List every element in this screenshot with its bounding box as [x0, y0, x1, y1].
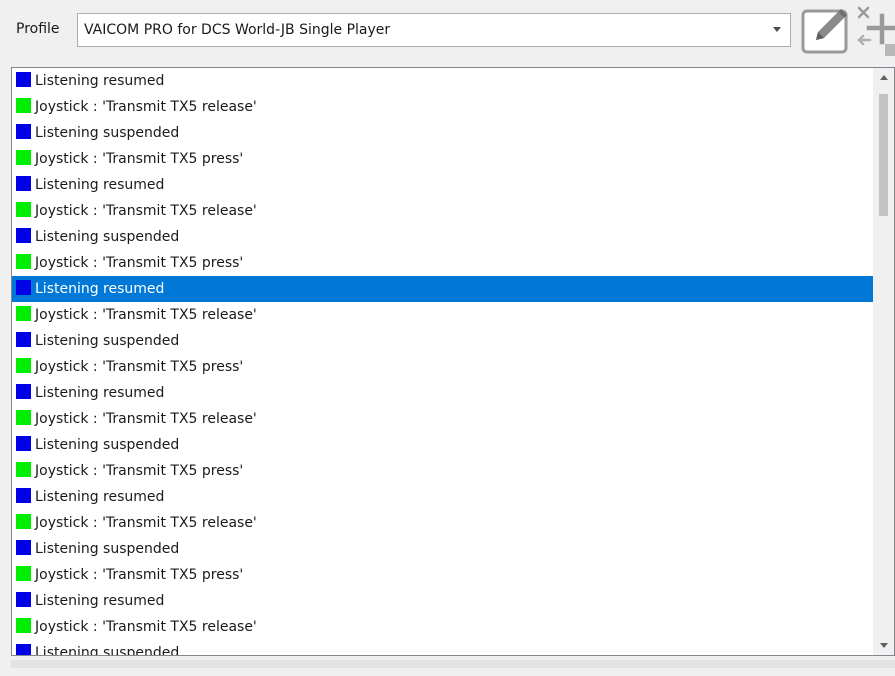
log-items: Listening resumed Joystick : 'Transmit TX…: [12, 68, 873, 655]
log-item-text: Joystick : 'Transmit TX5 press': [35, 151, 244, 167]
log-list-item[interactable]: Listening resumed: [12, 380, 873, 406]
add-remove-icon: [857, 6, 895, 56]
log-item-text: Joystick : 'Transmit TX5 release': [35, 411, 257, 427]
log-item-text: Listening resumed: [35, 489, 165, 505]
edit-profile-button[interactable]: [800, 6, 852, 56]
log-item-text: Listening resumed: [35, 177, 165, 193]
log-list-item[interactable]: Listening resumed: [12, 68, 873, 94]
joystick-event-icon: [16, 254, 31, 269]
listening-status-icon: [16, 176, 31, 191]
log-list-item[interactable]: Listening suspended: [12, 536, 873, 562]
listening-status-icon: [16, 592, 31, 607]
log-item-text: Joystick : 'Transmit TX5 press': [35, 255, 244, 271]
listening-status-icon: [16, 488, 31, 503]
log-list-item[interactable]: Joystick : 'Transmit TX5 press': [12, 562, 873, 588]
log-list-item[interactable]: Listening suspended: [12, 120, 873, 146]
listening-status-icon: [16, 436, 31, 451]
log-list-item[interactable]: Listening suspended: [12, 432, 873, 458]
log-list-item[interactable]: Joystick : 'Transmit TX5 press': [12, 250, 873, 276]
log-item-text: Joystick : 'Transmit TX5 release': [35, 203, 257, 219]
log-item-text: Listening suspended: [35, 125, 180, 141]
log-list-item[interactable]: Listening resumed: [12, 276, 873, 302]
log-list-item[interactable]: Listening suspended: [12, 224, 873, 250]
scroll-up-button[interactable]: [873, 68, 894, 85]
joystick-event-icon: [16, 202, 31, 217]
joystick-event-icon: [16, 306, 31, 321]
log-list-item[interactable]: Listening resumed: [12, 484, 873, 510]
log-list-item[interactable]: Joystick : 'Transmit TX5 release': [12, 406, 873, 432]
vaicom-log-window: Profile VAICOM PRO for DCS World-JB Sing…: [0, 0, 895, 676]
log-item-text: Joystick : 'Transmit TX5 press': [35, 567, 244, 583]
log-item-text: Listening suspended: [35, 437, 180, 453]
log-list-item[interactable]: Joystick : 'Transmit TX5 press': [12, 458, 873, 484]
log-item-text: Listening resumed: [35, 73, 165, 89]
scrollbar-thumb[interactable]: [879, 94, 888, 216]
listening-status-icon: [16, 644, 31, 655]
listening-status-icon: [16, 540, 31, 555]
log-item-text: Listening suspended: [35, 229, 180, 245]
log-list-item[interactable]: Joystick : 'Transmit TX5 press': [12, 146, 873, 172]
listening-status-icon: [16, 280, 31, 295]
log-list-item[interactable]: Joystick : 'Transmit TX5 press': [12, 354, 873, 380]
log-list-item[interactable]: Joystick : 'Transmit TX5 release': [12, 198, 873, 224]
scroll-up-arrow-icon: [880, 75, 888, 80]
listening-status-icon: [16, 332, 31, 347]
log-item-text: Joystick : 'Transmit TX5 press': [35, 359, 244, 375]
listening-status-icon: [16, 72, 31, 87]
scroll-down-button[interactable]: [873, 638, 894, 655]
log-list-item[interactable]: Joystick : 'Transmit TX5 release': [12, 94, 873, 120]
log-item-text: Listening suspended: [35, 333, 180, 349]
joystick-event-icon: [16, 98, 31, 113]
log-list-item[interactable]: Listening resumed: [12, 172, 873, 198]
log-list-item[interactable]: Listening resumed: [12, 588, 873, 614]
listening-status-icon: [16, 228, 31, 243]
log-list-item[interactable]: Listening suspended: [12, 640, 873, 655]
profile-dropdown[interactable]: VAICOM PRO for DCS World-JB Single Playe…: [77, 13, 791, 47]
joystick-event-icon: [16, 358, 31, 373]
horizontal-scrollbar[interactable]: [11, 660, 895, 668]
log-list-item[interactable]: Joystick : 'Transmit TX5 release': [12, 302, 873, 328]
joystick-event-icon: [16, 150, 31, 165]
log-item-text: Joystick : 'Transmit TX5 press': [35, 463, 244, 479]
log-list-item[interactable]: Joystick : 'Transmit TX5 release': [12, 510, 873, 536]
scroll-down-arrow-icon: [880, 643, 888, 648]
log-list-item[interactable]: Joystick : 'Transmit TX5 release': [12, 614, 873, 640]
log-item-text: Listening suspended: [35, 645, 180, 655]
joystick-event-icon: [16, 410, 31, 425]
log-item-text: Joystick : 'Transmit TX5 release': [35, 307, 257, 323]
vertical-scrollbar[interactable]: [873, 68, 894, 655]
joystick-event-icon: [16, 618, 31, 633]
log-item-text: Listening suspended: [35, 541, 180, 557]
log-item-text: Joystick : 'Transmit TX5 release': [35, 515, 257, 531]
log-listbox[interactable]: Listening resumed Joystick : 'Transmit TX…: [11, 67, 895, 656]
profile-label: Profile: [16, 21, 60, 37]
profile-selected-value: VAICOM PRO for DCS World-JB Single Playe…: [84, 22, 391, 38]
pencil-edit-icon: [801, 9, 848, 54]
chevron-down-icon: [773, 27, 781, 32]
log-item-text: Joystick : 'Transmit TX5 release': [35, 619, 257, 635]
joystick-event-icon: [16, 514, 31, 529]
log-item-text: Listening resumed: [35, 281, 165, 297]
joystick-event-icon: [16, 566, 31, 581]
log-item-text: Joystick : 'Transmit TX5 release': [35, 99, 257, 115]
listening-status-icon: [16, 124, 31, 139]
log-item-text: Listening resumed: [35, 593, 165, 609]
joystick-event-icon: [16, 462, 31, 477]
log-item-text: Listening resumed: [35, 385, 165, 401]
log-list-item[interactable]: Listening suspended: [12, 328, 873, 354]
listening-status-icon: [16, 384, 31, 399]
add-remove-profile-button[interactable]: [855, 6, 895, 56]
